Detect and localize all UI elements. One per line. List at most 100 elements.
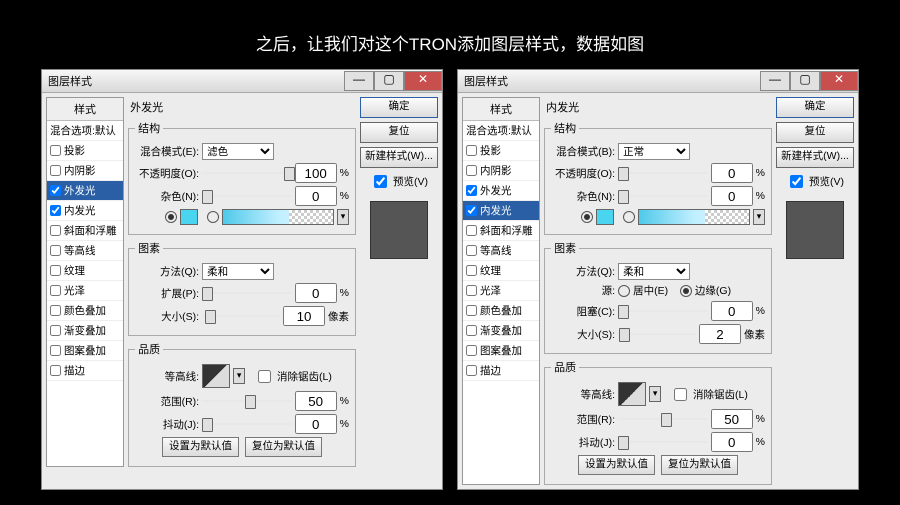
style-list-item[interactable]: 颜色叠加	[463, 301, 539, 321]
new-style-button[interactable]: 新建样式(W)...	[360, 147, 438, 168]
style-list-item[interactable]: 等高线	[47, 241, 123, 261]
gradient-radio[interactable]	[623, 211, 635, 223]
style-list-item[interactable]: 斜面和浮雕	[47, 221, 123, 241]
style-list-item[interactable]: 内阴影	[463, 161, 539, 181]
choke-slider[interactable]	[618, 304, 708, 318]
noise-input[interactable]	[711, 186, 753, 206]
style-list-item[interactable]: 外发光	[463, 181, 539, 201]
style-checkbox[interactable]	[466, 145, 477, 156]
choke-input[interactable]	[711, 301, 753, 321]
style-checkbox[interactable]	[466, 265, 477, 276]
new-style-button[interactable]: 新建样式(W)...	[776, 147, 854, 168]
maximize-button[interactable]: ▢	[374, 71, 404, 91]
style-list-item[interactable]: 纹理	[47, 261, 123, 281]
style-checkbox[interactable]	[466, 165, 477, 176]
style-checkbox[interactable]	[50, 205, 61, 216]
maximize-button[interactable]: ▢	[790, 71, 820, 91]
contour-dropdown-icon[interactable]: ▾	[233, 368, 245, 384]
size-slider[interactable]	[618, 327, 696, 341]
color-radio[interactable]	[165, 211, 177, 223]
preview-checkbox[interactable]	[790, 175, 803, 188]
opacity-slider[interactable]	[202, 166, 292, 180]
style-list-item[interactable]: 光泽	[463, 281, 539, 301]
cancel-button[interactable]: 复位	[360, 122, 438, 143]
style-list-item[interactable]: 颜色叠加	[47, 301, 123, 321]
titlebar[interactable]: 图层样式 — ▢ ✕	[458, 70, 858, 93]
noise-slider[interactable]	[618, 189, 708, 203]
noise-input[interactable]	[295, 186, 337, 206]
noise-slider[interactable]	[202, 189, 292, 203]
style-list-item[interactable]: 外发光	[47, 181, 123, 201]
style-list-item[interactable]: 投影	[463, 141, 539, 161]
style-checkbox[interactable]	[466, 205, 477, 216]
method-select[interactable]: 柔和	[618, 263, 690, 280]
ok-button[interactable]: 确定	[776, 97, 854, 118]
style-checkbox[interactable]	[466, 365, 477, 376]
style-list-item[interactable]: 图案叠加	[463, 341, 539, 361]
style-list-item[interactable]: 混合选项:默认	[463, 121, 539, 141]
style-list-item[interactable]: 光泽	[47, 281, 123, 301]
close-button[interactable]: ✕	[820, 71, 858, 91]
style-checkbox[interactable]	[50, 225, 61, 236]
gradient-dropdown-icon[interactable]: ▾	[753, 209, 765, 225]
range-slider[interactable]	[618, 412, 708, 426]
style-list-item[interactable]: 图案叠加	[47, 341, 123, 361]
ok-button[interactable]: 确定	[360, 97, 438, 118]
style-checkbox[interactable]	[466, 225, 477, 236]
contour-picker[interactable]	[202, 364, 230, 388]
make-default-button[interactable]: 设置为默认值	[578, 455, 655, 475]
contour-picker[interactable]	[618, 382, 646, 406]
opacity-input[interactable]	[711, 163, 753, 183]
make-default-button[interactable]: 设置为默认值	[162, 437, 239, 457]
source-edge-radio[interactable]	[680, 285, 692, 297]
style-checkbox[interactable]	[50, 145, 61, 156]
style-list-item[interactable]: 描边	[47, 361, 123, 381]
close-button[interactable]: ✕	[404, 71, 442, 91]
style-list-item[interactable]: 内发光	[463, 201, 539, 221]
style-list-item[interactable]: 渐变叠加	[47, 321, 123, 341]
gradient-picker[interactable]	[222, 209, 334, 225]
size-input[interactable]	[699, 324, 741, 344]
style-checkbox[interactable]	[466, 245, 477, 256]
style-checkbox[interactable]	[50, 185, 61, 196]
style-checkbox[interactable]	[50, 285, 61, 296]
contour-dropdown-icon[interactable]: ▾	[649, 386, 661, 402]
opacity-input[interactable]	[295, 163, 337, 183]
color-swatch[interactable]	[596, 209, 614, 225]
style-checkbox[interactable]	[50, 165, 61, 176]
style-list-item[interactable]: 渐变叠加	[463, 321, 539, 341]
gradient-radio[interactable]	[207, 211, 219, 223]
style-list-item[interactable]: 内发光	[47, 201, 123, 221]
gradient-picker[interactable]	[638, 209, 750, 225]
reset-default-button[interactable]: 复位为默认值	[245, 437, 322, 457]
minimize-button[interactable]: —	[760, 71, 790, 91]
antialias-checkbox[interactable]	[258, 370, 271, 383]
range-input[interactable]	[295, 391, 337, 411]
style-list-item[interactable]: 斜面和浮雕	[463, 221, 539, 241]
style-list-item[interactable]: 内阴影	[47, 161, 123, 181]
range-slider[interactable]	[202, 394, 292, 408]
style-list-item[interactable]: 纹理	[463, 261, 539, 281]
minimize-button[interactable]: —	[344, 71, 374, 91]
size-input[interactable]	[283, 306, 325, 326]
style-checkbox[interactable]	[466, 285, 477, 296]
titlebar[interactable]: 图层样式 — ▢ ✕	[42, 70, 442, 93]
range-input[interactable]	[711, 409, 753, 429]
style-checkbox[interactable]	[50, 245, 61, 256]
spread-input[interactable]	[295, 283, 337, 303]
style-list-item[interactable]: 混合选项:默认	[47, 121, 123, 141]
method-select[interactable]: 柔和	[202, 263, 274, 280]
style-checkbox[interactable]	[466, 185, 477, 196]
reset-default-button[interactable]: 复位为默认值	[661, 455, 738, 475]
style-checkbox[interactable]	[466, 345, 477, 356]
style-checkbox[interactable]	[50, 345, 61, 356]
blend-mode-select[interactable]: 正常	[618, 143, 690, 160]
color-swatch[interactable]	[180, 209, 198, 225]
preview-checkbox[interactable]	[374, 175, 387, 188]
jitter-slider[interactable]	[202, 417, 292, 431]
antialias-checkbox[interactable]	[674, 388, 687, 401]
style-checkbox[interactable]	[466, 305, 477, 316]
cancel-button[interactable]: 复位	[776, 122, 854, 143]
opacity-slider[interactable]	[618, 166, 708, 180]
style-checkbox[interactable]	[466, 325, 477, 336]
